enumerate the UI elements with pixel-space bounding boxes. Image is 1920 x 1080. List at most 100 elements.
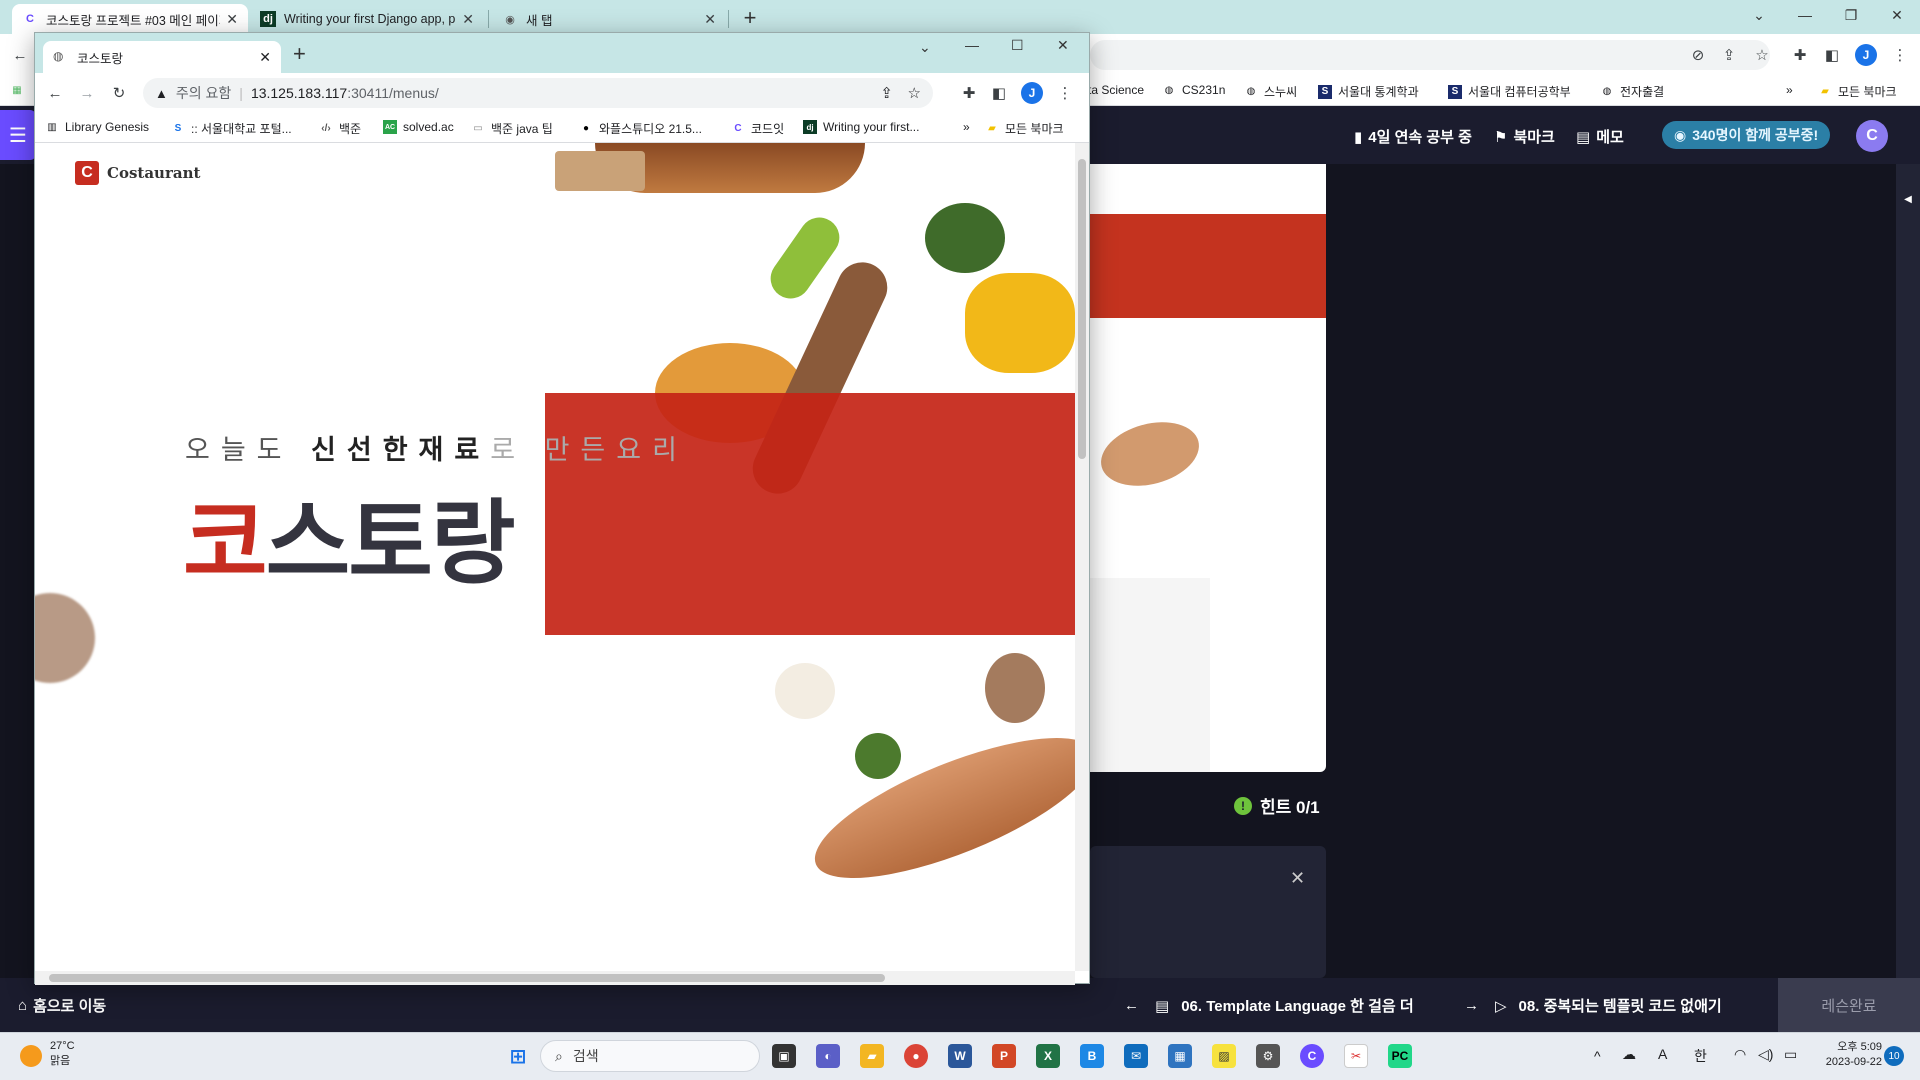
star-icon[interactable]: ☆ <box>1752 45 1772 65</box>
task-view-icon[interactable]: ▣ <box>772 1044 796 1068</box>
minimize-button[interactable]: — <box>965 37 979 53</box>
studying-badge[interactable]: ◉ 340명이 함께 공부중! <box>1662 121 1831 149</box>
bookmark-item[interactable]: ▥ Library Genesis <box>45 120 149 134</box>
maximize-button[interactable]: ☐ <box>1011 37 1024 54</box>
weather-sun-icon[interactable] <box>20 1045 42 1067</box>
bookmark-item[interactable]: ‹/› 백준 <box>319 120 361 137</box>
close-icon[interactable]: ✕ <box>259 49 271 66</box>
file-explorer-icon[interactable]: ▰ <box>860 1044 884 1068</box>
new-tab-button[interactable]: + <box>293 41 306 67</box>
share-icon[interactable]: ⇪ <box>1719 45 1739 65</box>
extensions-icon[interactable]: ✚ <box>959 83 979 103</box>
minimize-button[interactable]: — <box>1782 0 1828 30</box>
snipping-tool-icon[interactable]: ✂ <box>1344 1044 1368 1068</box>
bookmarks-overflow[interactable]: » <box>1786 83 1793 97</box>
codeit-app-icon[interactable]: C <box>1300 1044 1324 1068</box>
horizontal-scrollbar[interactable] <box>35 971 1075 985</box>
bookmark-item[interactable]: S 서울대 컴퓨터공학부 <box>1448 83 1571 100</box>
tab-django[interactable]: dj Writing your first Django app, p ✕ <box>250 4 484 34</box>
translate-icon[interactable]: ⊘ <box>1688 45 1708 65</box>
close-window-button[interactable]: ✕ <box>1874 0 1920 30</box>
site-logo[interactable]: C Costaurant <box>75 161 200 185</box>
settings-gear-icon[interactable]: ⚙ <box>1256 1044 1280 1068</box>
kebab-menu-icon[interactable]: ⋮ <box>1055 83 1075 103</box>
maximize-button[interactable]: ❐ <box>1828 0 1874 30</box>
start-menu-icon[interactable]: ⊞ <box>506 1044 530 1068</box>
close-icon[interactable]: ✕ <box>462 11 474 28</box>
bookmark-item[interactable]: AC solved.ac <box>383 120 454 134</box>
all-bookmarks[interactable]: ▰ 모든 북마크 <box>1818 83 1896 100</box>
scrollbar-thumb[interactable] <box>1078 159 1086 459</box>
star-icon[interactable]: ☆ <box>908 84 921 102</box>
tab-costaurant-inner[interactable]: ◍ 코스토랑 ✕ <box>43 41 281 73</box>
powerpoint-icon[interactable]: P <box>992 1044 1016 1068</box>
back-icon[interactable]: ← <box>10 45 30 65</box>
collapse-icon[interactable]: ◀ <box>1900 184 1916 214</box>
chevron-up-icon[interactable]: ^ <box>1594 1048 1601 1064</box>
bookmark-item[interactable]: ▭ 백준 java 팁 <box>471 120 553 137</box>
battery-icon[interactable]: ▭ <box>1784 1046 1797 1063</box>
close-icon[interactable]: ✕ <box>704 11 716 28</box>
mail-icon[interactable]: ✉ <box>1124 1044 1148 1068</box>
excel-icon[interactable]: X <box>1036 1044 1060 1068</box>
user-avatar[interactable]: C <box>1856 120 1888 152</box>
profile-avatar[interactable]: J <box>1021 82 1043 104</box>
word-icon[interactable]: W <box>948 1044 972 1068</box>
calculator-icon[interactable]: ▦ <box>1168 1044 1192 1068</box>
wifi-icon[interactable]: ◠ <box>1734 1046 1746 1063</box>
bookmark-item[interactable]: S:: 서울대학교 포털... <box>171 120 292 137</box>
teams-icon[interactable]: ◐ <box>816 1044 840 1068</box>
bookmarks-overflow[interactable]: » <box>963 120 970 134</box>
onedrive-icon[interactable]: ☁ <box>1622 1046 1636 1063</box>
bookmark-item[interactable]: ● 와플스튜디오 21.5... <box>579 120 702 137</box>
bookmark-item[interactable]: ◍ CS231n <box>1162 83 1226 97</box>
tab-new-tab[interactable]: ◉ 새 탭 ✕ <box>492 4 726 34</box>
close-icon[interactable]: ✕ <box>226 11 238 28</box>
tab-search-icon[interactable]: ⌄ <box>919 39 931 56</box>
extensions-icon[interactable]: ✚ <box>1790 45 1810 65</box>
font-icon[interactable]: A <box>1658 1046 1667 1062</box>
notes-icon[interactable]: B <box>1080 1044 1104 1068</box>
bookmark-item[interactable]: ◍ 전자출결 <box>1600 83 1665 100</box>
new-tab-button[interactable]: + <box>736 4 764 32</box>
forward-icon[interactable]: → <box>77 83 97 103</box>
back-icon[interactable]: ← <box>45 83 65 103</box>
ime-indicator[interactable]: 한 <box>1694 1046 1707 1066</box>
outer-address-bar[interactable] <box>1090 40 1770 70</box>
weather-widget[interactable]: 27°C 맑음 <box>50 1039 75 1069</box>
inner-address-bar[interactable]: ▲ 주의 요함 | 13.125.183.117:30411/menus/ ⇪ … <box>143 78 933 108</box>
bookmark-item[interactable]: dj Writing your first... <box>803 120 919 134</box>
bookmark-button[interactable]: ⚑ 북마크 <box>1494 126 1555 147</box>
sidepanel-icon[interactable]: ◧ <box>1822 45 1842 65</box>
volume-icon[interactable]: ◁) <box>1758 1046 1773 1063</box>
reload-icon[interactable]: ↻ <box>109 83 129 103</box>
bookmark-icon[interactable]: ▦ <box>10 83 30 97</box>
next-lesson-link[interactable]: → ▷ 08. 중복되는 템플릿 코드 없애기 <box>1464 995 1722 1016</box>
close-window-button[interactable]: ✕ <box>1057 37 1069 54</box>
share-icon[interactable]: ⇪ <box>880 84 893 102</box>
complete-lesson-button[interactable]: 레슨완료 <box>1778 978 1920 1032</box>
profile-avatar[interactable]: J <box>1855 44 1877 66</box>
bookmark-item[interactable]: ta Science <box>1088 83 1144 97</box>
notification-badge[interactable]: 10 <box>1884 1046 1904 1066</box>
tab-search-icon[interactable]: ⌄ <box>1736 0 1782 30</box>
bookmark-item[interactable]: C 코드잇 <box>731 120 784 137</box>
hamburger-menu-icon[interactable]: ☰ <box>0 110 36 160</box>
bookmark-item[interactable]: ◍ 스누씨 <box>1244 83 1298 100</box>
prev-lesson-link[interactable]: ← ▤ 06. Template Language 한 걸음 더 <box>1124 995 1414 1016</box>
clock[interactable]: 오후 5:09 2023-09-22 <box>1810 1040 1882 1070</box>
pycharm-icon[interactable]: PC <box>1388 1044 1412 1068</box>
hint-counter[interactable]: ! 힌트 0/1 <box>1234 793 1320 818</box>
close-icon[interactable]: ✕ <box>1290 868 1305 889</box>
home-link[interactable]: ⌂ 홈으로 이동 <box>18 995 106 1016</box>
vertical-scrollbar[interactable] <box>1075 143 1089 971</box>
scrollbar-thumb[interactable] <box>49 974 885 982</box>
chrome-icon[interactable]: ● <box>904 1044 928 1068</box>
all-bookmarks[interactable]: ▰ 모든 북마크 <box>985 120 1063 137</box>
tab-costaurant[interactable]: C 코스토랑 프로젝트 #03 메인 페이지 ✕ <box>12 4 248 34</box>
kebab-menu-icon[interactable]: ⋮ <box>1890 45 1910 65</box>
memo-button[interactable]: ▤ 메모 <box>1576 126 1624 147</box>
taskbar-search[interactable]: ⌕ 검색 <box>540 1040 760 1072</box>
sticky-notes-icon[interactable]: ▨ <box>1212 1044 1236 1068</box>
sidepanel-icon[interactable]: ◧ <box>989 83 1009 103</box>
